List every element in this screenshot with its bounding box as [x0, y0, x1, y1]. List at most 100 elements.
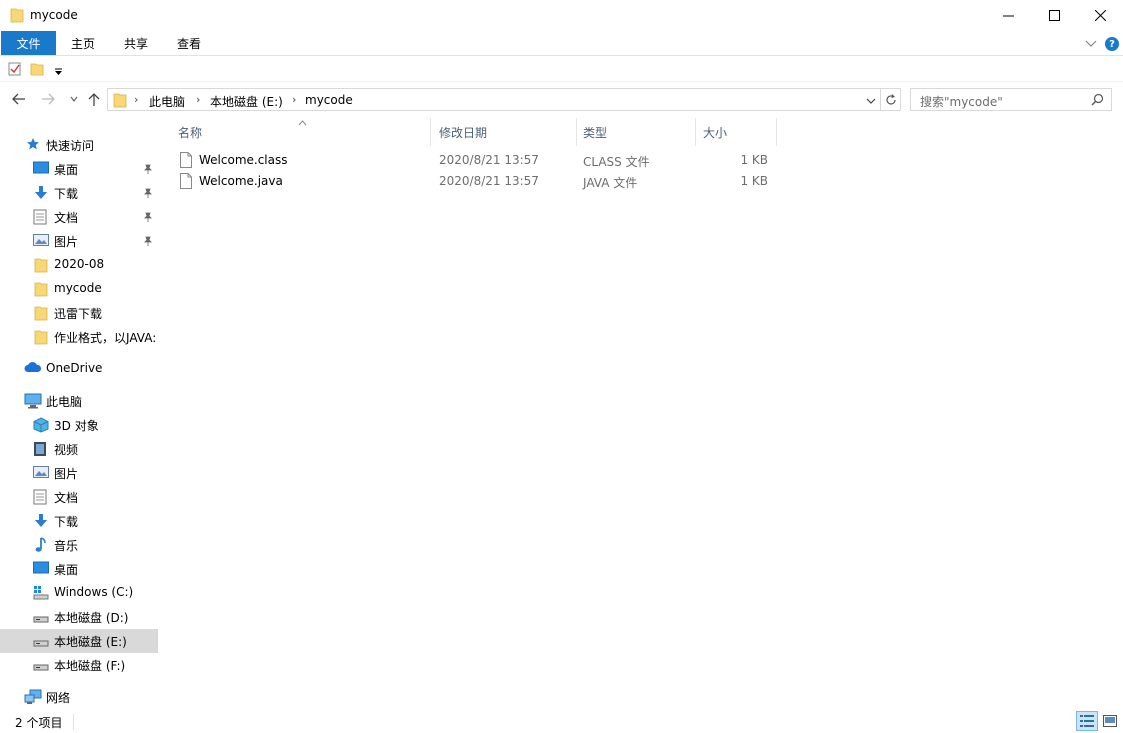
maximize-button[interactable] — [1031, 0, 1077, 31]
sidebar-item-label: 本地磁盘 (F:) — [54, 659, 126, 673]
sidebar-item-label: 迅雷下载 — [54, 307, 103, 321]
column-header-label: 修改日期 — [439, 126, 488, 140]
tab-file[interactable]: 文件 — [1, 31, 56, 55]
column-header-name[interactable]: 名称 — [172, 115, 428, 147]
address-bar[interactable]: › 此电脑 › 本地磁盘 (E:) › mycode — [107, 88, 881, 111]
quick-access-toolbar — [0, 57, 1123, 82]
sidebar-item-desktop[interactable]: 桌面 — [0, 157, 158, 181]
download-icon — [33, 513, 49, 529]
pictures-icon — [33, 465, 49, 481]
customize-dropdown-icon[interactable] — [54, 65, 63, 79]
chevron-down-icon[interactable] — [866, 94, 876, 108]
sidebar-item-windows-c[interactable]: Windows (C:) — [0, 581, 158, 605]
sidebar-item-desktop-pc[interactable]: 桌面 — [0, 557, 158, 581]
sidebar-item-drive-d[interactable]: 本地磁盘 (D:) — [0, 605, 158, 629]
sidebar-item-pictures-pc[interactable]: 图片 — [0, 461, 158, 485]
sidebar-item-label: 此电脑 — [46, 395, 83, 409]
sidebar-item-label: 文档 — [54, 491, 79, 505]
tab-share[interactable]: 共享 — [113, 31, 159, 55]
folder-icon — [34, 257, 50, 273]
sidebar-item-drive-e[interactable]: 本地磁盘 (E:) — [0, 629, 158, 653]
sidebar-item-drive-f[interactable]: 本地磁盘 (F:) — [0, 653, 158, 677]
file-size: 1 KB — [740, 174, 768, 188]
breadcrumb-this-pc[interactable]: 此电脑 — [149, 93, 185, 110]
sidebar-item-label: 下载 — [54, 187, 79, 201]
column-header-label: 大小 — [703, 126, 728, 140]
pictures-icon — [33, 233, 49, 249]
column-header-modified[interactable]: 修改日期 — [432, 115, 576, 147]
properties-icon[interactable] — [8, 62, 22, 79]
sidebar-item-label: 本地磁盘 (E:) — [54, 635, 127, 649]
sidebar-item-network[interactable]: 网络 — [0, 685, 158, 709]
navigation-pane: 快速访问 桌面 下载 文档 图片 2020-08 mycode 迅雷下载 作业格… — [0, 120, 158, 710]
sidebar-item-label: 桌面 — [54, 563, 79, 577]
windows-drive-icon — [33, 585, 49, 601]
tab-view[interactable]: 查看 — [166, 31, 212, 55]
folder-icon — [34, 281, 50, 297]
help-icon[interactable]: ? — [1105, 37, 1119, 51]
column-header-label: 名称 — [178, 126, 203, 140]
large-icons-view-icon — [1103, 715, 1117, 727]
back-button[interactable] — [10, 89, 28, 109]
breadcrumb-separator-icon[interactable]: › — [196, 93, 200, 106]
sidebar-item-label: 音乐 — [54, 539, 79, 553]
sidebar-item-mycode[interactable]: mycode — [0, 277, 158, 301]
sidebar-item-music[interactable]: 音乐 — [0, 533, 158, 557]
column-divider[interactable] — [430, 118, 431, 146]
tab-home[interactable]: 主页 — [60, 31, 106, 55]
column-header-size[interactable]: 大小 — [696, 115, 776, 147]
sidebar-item-label: mycode — [54, 281, 102, 295]
file-icon — [180, 173, 192, 192]
up-button[interactable] — [85, 89, 103, 109]
sidebar-item-videos[interactable]: 视频 — [0, 437, 158, 461]
pin-icon[interactable] — [143, 211, 153, 225]
folder-icon — [113, 92, 127, 111]
column-header-type[interactable]: 类型 — [577, 115, 695, 147]
table-row[interactable]: Welcome.java 2020/8/21 13:57 JAVA 文件 1 K… — [174, 171, 778, 192]
search-icon[interactable] — [1091, 93, 1104, 109]
breadcrumb-separator-icon[interactable]: › — [134, 93, 138, 106]
breadcrumb-separator-icon[interactable]: › — [292, 93, 296, 106]
sidebar-item-downloads-pc[interactable]: 下载 — [0, 509, 158, 533]
sidebar-item-label: 图片 — [54, 235, 79, 249]
forward-button[interactable] — [39, 89, 57, 109]
file-type: CLASS 文件 — [583, 155, 650, 169]
breadcrumb-mycode[interactable]: mycode — [305, 93, 353, 107]
search-input[interactable]: 搜索"mycode" — [910, 88, 1112, 111]
sidebar-item-documents-pc[interactable]: 文档 — [0, 485, 158, 509]
sidebar-item-onedrive[interactable]: OneDrive — [0, 357, 158, 381]
sidebar-item-label: 3D 对象 — [54, 419, 99, 433]
sidebar-item-quick-access[interactable]: 快速访问 — [0, 133, 158, 157]
drive-icon — [33, 633, 49, 649]
sidebar-item-pictures[interactable]: 图片 — [0, 229, 158, 253]
chevron-down-icon[interactable] — [1085, 37, 1097, 51]
recent-locations-button[interactable] — [65, 89, 83, 109]
search-placeholder: 搜索"mycode" — [920, 95, 1003, 109]
column-header-label: 类型 — [583, 126, 608, 140]
column-divider[interactable] — [776, 118, 777, 146]
new-folder-icon[interactable] — [30, 62, 44, 79]
sidebar-item-homework-format[interactable]: 作业格式，以JAVA: — [0, 325, 158, 349]
sidebar-item-documents[interactable]: 文档 — [0, 205, 158, 229]
sidebar-item-label: 图片 — [54, 467, 79, 481]
file-size: 1 KB — [740, 153, 768, 167]
sidebar-item-xunlei-downloads[interactable]: 迅雷下载 — [0, 301, 158, 325]
sidebar-item-this-pc[interactable]: 此电脑 — [0, 389, 158, 413]
sidebar-item-label: Windows (C:) — [54, 585, 134, 599]
refresh-button[interactable] — [881, 88, 901, 111]
details-view-button[interactable] — [1076, 711, 1098, 731]
sidebar-item-downloads[interactable]: 下载 — [0, 181, 158, 205]
sidebar-item-3d-objects[interactable]: 3D 对象 — [0, 413, 158, 437]
breadcrumb-drive-e[interactable]: 本地磁盘 (E:) — [210, 93, 283, 110]
table-row[interactable]: Welcome.class 2020/8/21 13:57 CLASS 文件 1… — [174, 150, 778, 171]
sidebar-item-label: 网络 — [46, 691, 71, 705]
videos-icon — [33, 441, 49, 457]
pin-icon[interactable] — [143, 163, 153, 177]
close-button[interactable] — [1077, 0, 1123, 31]
pin-icon[interactable] — [143, 187, 153, 201]
sidebar-item-label: 作业格式，以JAVA: — [54, 331, 157, 345]
minimize-button[interactable] — [985, 0, 1031, 31]
pin-icon[interactable] — [143, 235, 153, 249]
large-icons-view-button[interactable] — [1100, 711, 1120, 731]
sidebar-item-2020-08[interactable]: 2020-08 — [0, 253, 158, 277]
